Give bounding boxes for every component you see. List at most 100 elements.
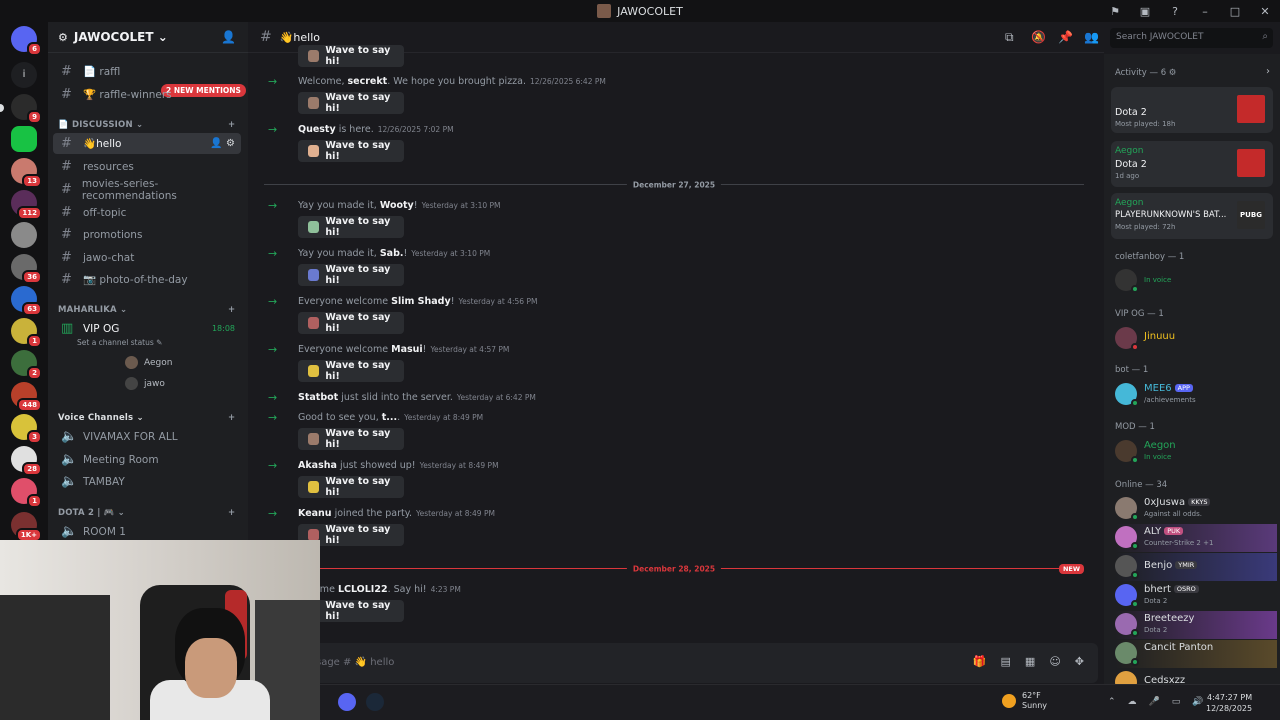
voice-user[interactable]: Aegon xyxy=(125,356,172,369)
username[interactable]: Slim Shady xyxy=(391,296,451,307)
system-tray[interactable]: ⌃ ☁ 🎤 ▭ 🔊 xyxy=(1108,697,1204,707)
category-discussion[interactable]: 📄 DISCUSSION ⌄ + xyxy=(58,120,235,130)
add-member-icon[interactable]: 👤 xyxy=(221,30,236,44)
add-channel-icon[interactable]: + xyxy=(228,413,235,423)
emoji-icon[interactable]: ☺ xyxy=(1049,655,1060,668)
wave-button[interactable]: Wave to say hi! xyxy=(298,476,404,498)
server-icon[interactable]: 1K+ xyxy=(11,512,42,542)
username[interactable]: t... xyxy=(382,412,397,423)
wave-button[interactable]: Wave to say hi! xyxy=(298,360,404,382)
clock[interactable]: 4:47:27 PM 12/28/2025 xyxy=(1206,692,1252,714)
message-input[interactable]: sage # 👋 hello 🎁 ▤ ▦ ☺ ✥ xyxy=(264,643,1098,683)
channel-raffle[interactable]: # 📄 raffl xyxy=(53,61,241,82)
notifications-icon[interactable]: 🔕 xyxy=(1031,30,1046,44)
server-icon[interactable] xyxy=(11,126,37,152)
wave-button[interactable]: Wave to say hi! xyxy=(298,140,404,162)
member-item[interactable]: In voice xyxy=(1115,267,1277,295)
close-button[interactable]: ✕ xyxy=(1250,5,1280,18)
gif-icon[interactable]: ▤ xyxy=(1001,655,1011,668)
channel-raffle-winners[interactable]: # 🏆 raffle-winners xyxy=(53,84,241,105)
activity-card[interactable]: Aegon Dota 2 1d ago xyxy=(1111,141,1273,187)
wave-button[interactable]: Wave to say hi! xyxy=(298,45,404,67)
channel-movies[interactable]: # movies-series-recommendations xyxy=(53,178,241,202)
username[interactable]: Sab. xyxy=(380,248,404,259)
voice-user[interactable]: jawo xyxy=(125,377,165,390)
username[interactable]: Statbot xyxy=(298,392,338,403)
apps-icon[interactable]: ✥ xyxy=(1075,655,1084,668)
member-item[interactable]: MEE6 APP/achievements xyxy=(1115,381,1277,409)
sticker-picker-icon[interactable]: ▦ xyxy=(1025,655,1035,668)
add-channel-icon[interactable]: + xyxy=(228,120,235,130)
steam-taskbar-icon[interactable] xyxy=(366,693,384,711)
wave-button[interactable]: Wave to say hi! xyxy=(298,216,404,238)
server-icon[interactable]: 9 xyxy=(11,94,42,124)
add-channel-icon[interactable]: + xyxy=(228,508,235,518)
server-icon[interactable]: 2 xyxy=(11,350,42,380)
inbox-flag-icon[interactable]: ⚑ xyxy=(1100,5,1130,18)
gift-icon[interactable]: 🎁 xyxy=(973,655,987,668)
voice-channel-room-1[interactable]: 🔈 ROOM 1 xyxy=(53,521,241,542)
member-item[interactable]: Breeteezy Dota 2 xyxy=(1115,611,1277,639)
server-icon[interactable]: 1 xyxy=(11,318,42,348)
wave-button[interactable]: Wave to say hi! xyxy=(298,312,404,334)
username[interactable]: Masui xyxy=(391,344,423,355)
voice-channel-vivamax[interactable]: 🔈 VIVAMAX FOR ALL xyxy=(53,426,241,447)
server-icon[interactable]: 63 xyxy=(11,286,42,316)
screen-icon[interactable]: ▣ xyxy=(1130,5,1160,18)
add-channel-icon[interactable]: + xyxy=(228,305,235,315)
member-item[interactable]: Cedsxzz xyxy=(1115,669,1277,684)
username[interactable]: LCLOLI22 xyxy=(338,584,388,595)
member-item[interactable]: bhert OSRO Dota 2 xyxy=(1115,582,1277,610)
member-item[interactable]: Aegon In voice xyxy=(1115,438,1277,466)
server-icon[interactable] xyxy=(11,222,37,248)
wave-button[interactable]: Wave to say hi! xyxy=(298,428,404,450)
threads-icon[interactable]: ⧉ xyxy=(1005,30,1014,45)
channel-settings-icon[interactable]: 👤 ⚙ xyxy=(210,138,235,149)
channel-resources[interactable]: # resources xyxy=(53,156,241,177)
username[interactable]: Wooty xyxy=(380,200,414,211)
help-icon[interactable]: ? xyxy=(1160,5,1190,18)
server-icon[interactable]: 1 xyxy=(11,478,42,508)
channel-photo-of-the-day[interactable]: # 📷 photo-of-the-day xyxy=(53,269,241,290)
username[interactable]: Keanu xyxy=(298,508,332,519)
minimize-button[interactable]: – xyxy=(1190,5,1220,18)
channel-jawo-chat[interactable]: # jawo-chat xyxy=(53,247,241,268)
wave-button[interactable]: Wave to say hi! xyxy=(298,92,404,114)
channel-status[interactable]: Set a channel status ✎ xyxy=(77,338,162,347)
category-voice-channels[interactable]: Voice Channels ⌄ + xyxy=(58,413,235,423)
category-dota[interactable]: DOTA 2 | 🎮 ⌄ + xyxy=(58,508,235,518)
member-list-icon[interactable]: 👥 xyxy=(1084,30,1099,44)
member-item[interactable]: Jinuuu xyxy=(1115,325,1277,353)
pin-icon[interactable]: 📌 xyxy=(1058,30,1073,44)
search-input[interactable]: Search JAWOCOLET ⌕ xyxy=(1110,28,1273,48)
username[interactable]: Questy xyxy=(298,124,336,135)
voice-channel-tambay[interactable]: 🔈 TAMBAY xyxy=(53,471,241,492)
member-item[interactable]: ALY PUK Counter-Strike 2 +1 xyxy=(1115,524,1277,552)
activity-card[interactable]: Dota 2 Most played: 18h xyxy=(1111,87,1273,133)
activity-card[interactable]: Aegon PLAYERUNKNOWN'S BAT... Most played… xyxy=(1111,193,1273,239)
member-item[interactable]: 0xJuswa KKYS Against all odds. xyxy=(1115,495,1277,523)
voice-channel-meeting-room[interactable]: 🔈 Meeting Room xyxy=(53,449,241,470)
member-item[interactable]: Cancit Panton xyxy=(1115,640,1277,668)
channel-promotions[interactable]: # promotions xyxy=(53,224,241,245)
dm-shortcut-icon[interactable]: i xyxy=(11,62,37,88)
channel-off-topic[interactable]: # off-topic xyxy=(53,202,241,223)
server-icon[interactable]: 36 xyxy=(11,254,42,284)
server-icon[interactable]: 13 xyxy=(11,158,42,188)
server-icon[interactable]: 112 xyxy=(11,190,42,220)
maximize-button[interactable]: □ xyxy=(1220,5,1250,18)
wave-button[interactable]: Wave to say hi! xyxy=(298,264,404,286)
weather-widget[interactable]: 62°F Sunny xyxy=(1002,691,1047,711)
server-icon[interactable]: 448 xyxy=(11,382,42,412)
server-header[interactable]: ⚙ JAWOCOLET ⌄ 👤 xyxy=(48,22,248,53)
username[interactable]: Akasha xyxy=(298,460,337,471)
discord-taskbar-icon[interactable] xyxy=(338,693,356,711)
username[interactable]: secrekt xyxy=(348,76,388,87)
channel-hello[interactable]: # 👋hello 👤 ⚙ xyxy=(53,133,241,154)
member-item[interactable]: Benjo YMIR xyxy=(1115,553,1277,581)
server-icon[interactable]: 28 xyxy=(11,446,42,476)
voice-channel-vip-og[interactable]: ▥ VIP OG 18:08 xyxy=(53,318,241,339)
discord-home-icon[interactable]: 6 xyxy=(11,26,42,56)
category-maharlika[interactable]: MAHARLIKA ⌄ + xyxy=(58,305,235,315)
server-icon[interactable]: 3 xyxy=(11,414,42,444)
